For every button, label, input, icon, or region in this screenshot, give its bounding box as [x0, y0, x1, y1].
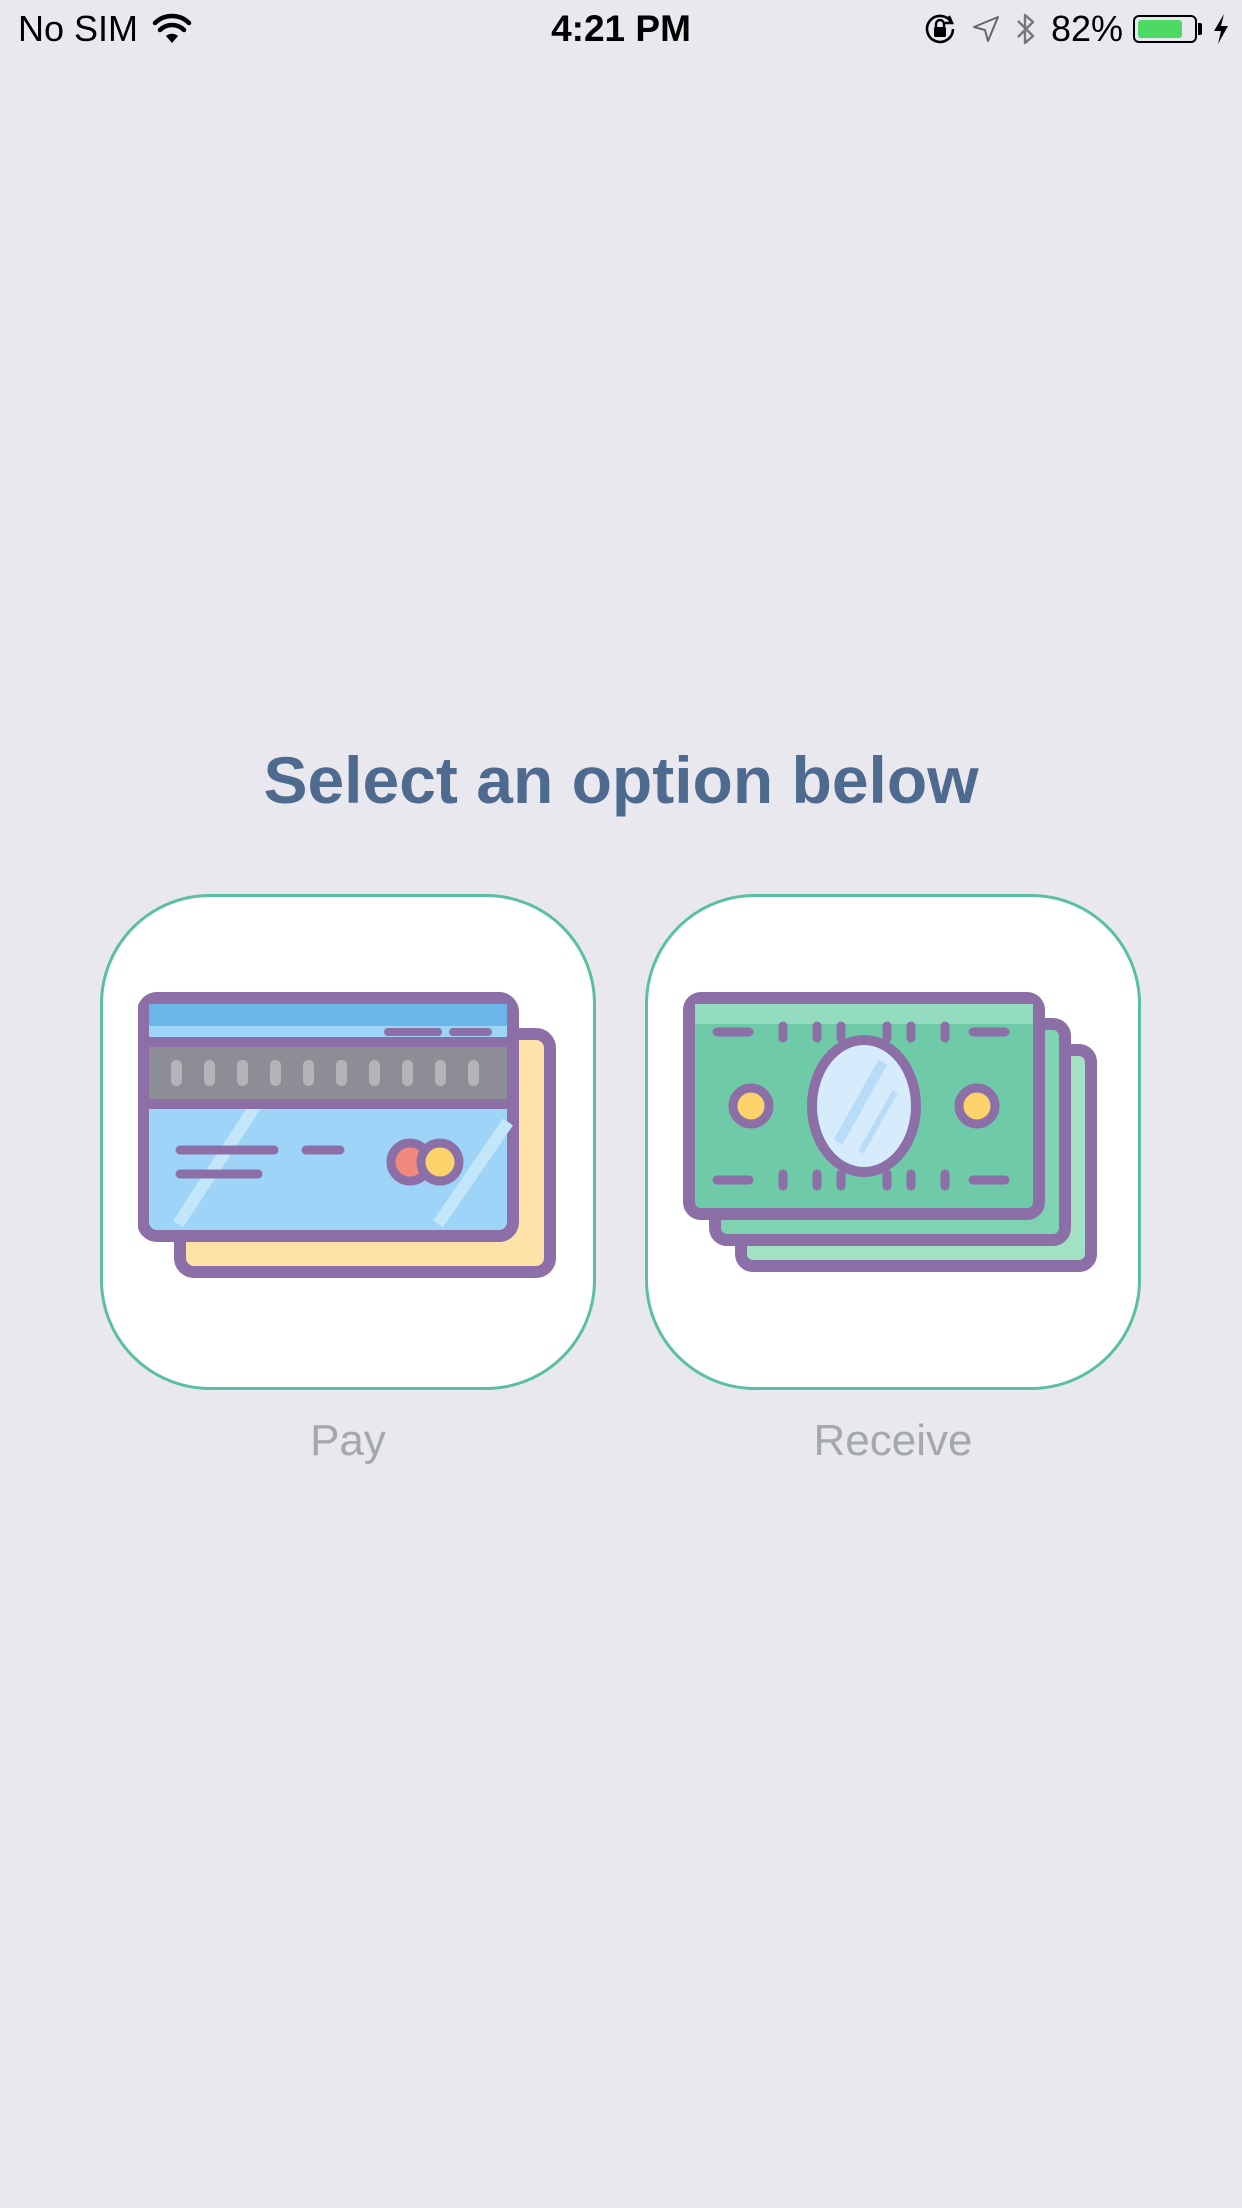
location-icon	[972, 16, 999, 42]
receive-label: Receive	[813, 1416, 973, 1465]
receive-button[interactable]	[645, 894, 1141, 1390]
status-right: 82%	[923, 8, 1230, 50]
pay-button[interactable]	[100, 894, 596, 1390]
pay-option: Pay	[100, 894, 596, 1466]
battery-percent: 82%	[1050, 8, 1123, 49]
battery-fill	[1138, 20, 1183, 38]
charging-icon	[1214, 14, 1228, 44]
status-bar: No SIM 4:21 PM 82%	[0, 0, 1242, 60]
orientation-lock-icon	[925, 14, 955, 44]
cash-stack-icon	[683, 992, 1097, 1272]
battery-icon	[1133, 15, 1202, 43]
pay-label: Pay	[310, 1416, 386, 1465]
bluetooth-icon	[1017, 13, 1035, 45]
prompt-heading: Select an option below	[263, 743, 979, 817]
credit-card-icon	[138, 992, 556, 1278]
receive-option: Receive	[645, 894, 1141, 1466]
